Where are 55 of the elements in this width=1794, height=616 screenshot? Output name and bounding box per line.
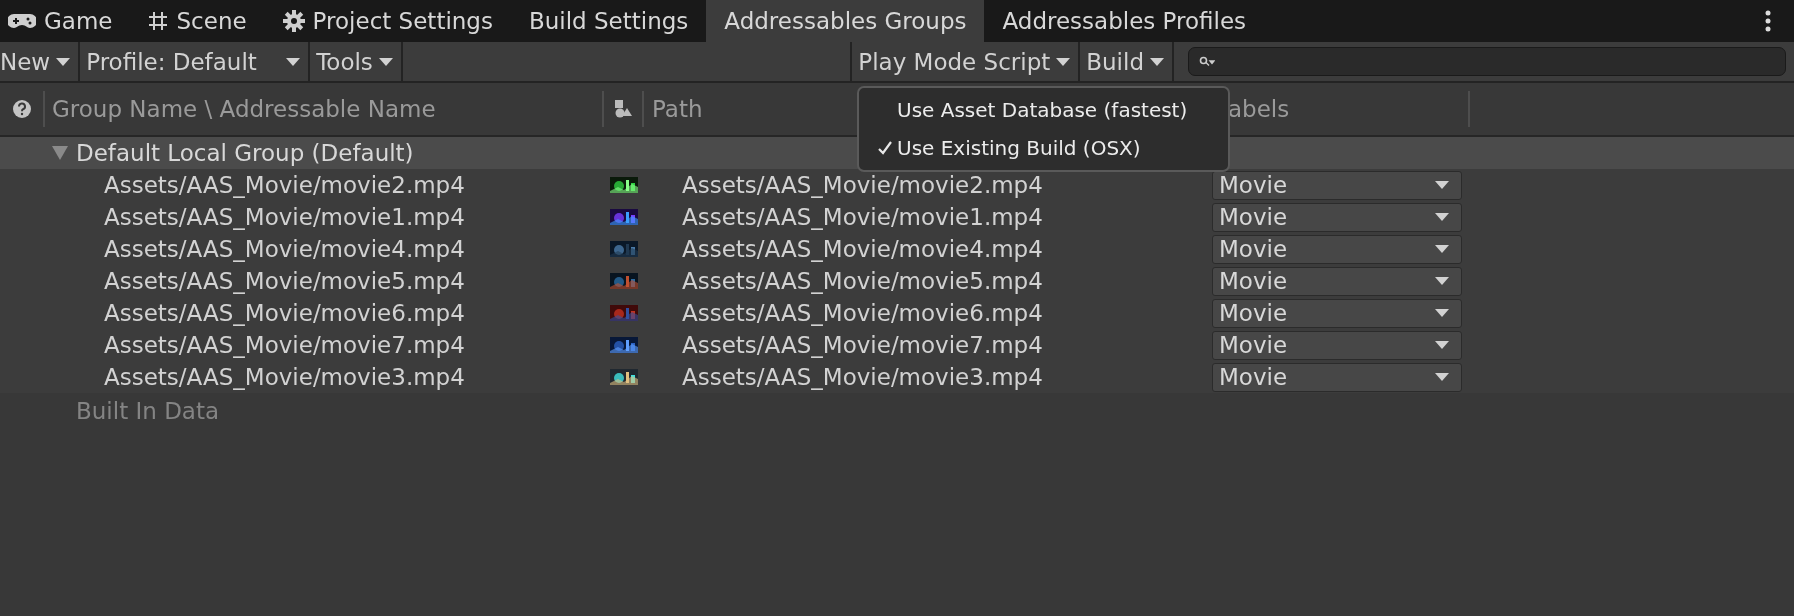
gear-icon (282, 10, 305, 32)
dropdown-button[interactable]: Play Mode Script (850, 42, 1081, 81)
search-field[interactable] (1188, 47, 1786, 76)
asset-name[interactable]: Assets/AAS_Movie/movie2.mp4 (104, 172, 465, 198)
asset-name[interactable]: Assets/AAS_Movie/movie4.mp4 (104, 236, 465, 262)
asset-path: Assets/AAS_Movie/movie7.mp4 (682, 332, 1043, 358)
menu-item[interactable]: Use Existing Build (OSX) (859, 129, 1228, 167)
labels-dropdown[interactable]: Movie (1212, 202, 1462, 232)
asset-path: Assets/AAS_Movie/movie3.mp4 (682, 364, 1043, 390)
caret-icon (1435, 245, 1449, 253)
caret-icon (1435, 213, 1449, 221)
caret-icon (1435, 309, 1449, 317)
labels-dropdown[interactable]: Movie (1212, 298, 1462, 328)
asset-name[interactable]: Assets/AAS_Movie/movie6.mp4 (104, 300, 465, 326)
caret-icon (1150, 57, 1164, 66)
grid-icon (148, 11, 169, 31)
caret-icon (1435, 181, 1449, 189)
asset-path: Assets/AAS_Movie/movie2.mp4 (682, 172, 1043, 198)
shapes-icon (614, 99, 632, 119)
tab[interactable]: Project Settings (264, 0, 511, 42)
tab[interactable]: Addressables Groups (706, 0, 985, 42)
column-header: Group Name \ Addressable Name (52, 96, 436, 122)
asset-path: Assets/AAS_Movie/movie1.mp4 (682, 204, 1043, 230)
search-icon (1199, 55, 1215, 68)
column-header: Path (652, 96, 703, 122)
asset-name[interactable]: Assets/AAS_Movie/movie3.mp4 (104, 364, 465, 390)
column-header: abels (1228, 96, 1290, 122)
gamepad-icon (8, 13, 36, 29)
caret-icon (378, 57, 393, 66)
help-icon[interactable] (11, 99, 32, 119)
labels-dropdown[interactable]: Movie (1212, 266, 1462, 296)
caret-icon (1056, 57, 1071, 66)
labels-dropdown[interactable]: Movie (1212, 330, 1462, 360)
labels-dropdown[interactable]: Movie (1212, 362, 1462, 392)
caret-icon (1435, 373, 1449, 381)
caret-icon (56, 57, 71, 66)
caret-icon (1435, 341, 1449, 349)
asset-name[interactable]: Assets/AAS_Movie/movie5.mp4 (104, 268, 465, 294)
tab[interactable]: Addressables Profiles (984, 0, 1265, 42)
tab[interactable]: Build Settings (510, 0, 707, 42)
caret-icon (286, 57, 301, 66)
labels-dropdown[interactable]: Movie (1212, 170, 1462, 200)
more-options-icon[interactable] (1765, 10, 1771, 32)
asset-path: Assets/AAS_Movie/movie5.mp4 (682, 268, 1043, 294)
asset-path: Assets/AAS_Movie/movie4.mp4 (682, 236, 1043, 262)
tab[interactable]: Game (0, 0, 131, 42)
dropdown-button[interactable]: New (0, 42, 81, 81)
labels-dropdown[interactable]: Movie (1212, 234, 1462, 264)
menu-item[interactable]: Use Asset Database (fastest) (859, 91, 1228, 129)
asset-name[interactable]: Assets/AAS_Movie/movie1.mp4 (104, 204, 465, 230)
asset-name[interactable]: Assets/AAS_Movie/movie7.mp4 (104, 332, 465, 358)
group-name[interactable]: Default Local Group (Default) (76, 140, 414, 166)
caret-icon (1435, 277, 1449, 285)
tab[interactable]: Scene (130, 0, 265, 42)
asset-path: Assets/AAS_Movie/movie6.mp4 (682, 300, 1043, 326)
